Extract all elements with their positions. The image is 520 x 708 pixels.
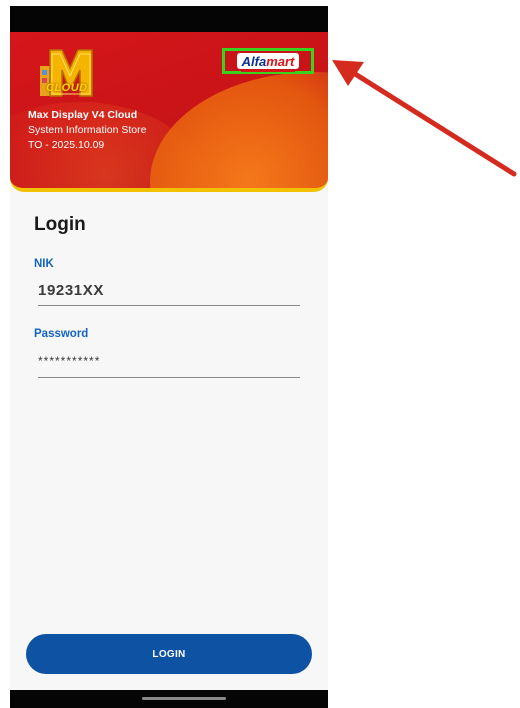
login-button[interactable]: LOGIN [26, 634, 312, 674]
navigation-bar [10, 690, 328, 708]
alfamart-logo: Alfamart [236, 53, 300, 72]
brand-text-part2: mart [266, 54, 295, 69]
password-input[interactable]: *********** [38, 354, 300, 378]
status-bar [10, 6, 328, 32]
phone-screen: CLOUD Alfamart Max Display V4 Cloud Syst… [10, 6, 328, 708]
brand-text-part1: Alfa [241, 54, 267, 69]
app-header: CLOUD Alfamart Max Display V4 Cloud Syst… [10, 32, 328, 192]
app-subtitle: System Information Store [28, 124, 147, 136]
alfamart-logo-highlight: Alfamart [222, 48, 314, 74]
password-label: Password [34, 328, 89, 340]
brand-underline [240, 70, 296, 72]
home-gesture-handle[interactable] [142, 697, 226, 700]
app-title: Max Display V4 Cloud [28, 109, 138, 121]
nik-label: NIK [34, 258, 54, 270]
logo-text: CLOUD [46, 82, 88, 94]
nik-input[interactable]: 19231XX [38, 282, 300, 306]
app-version: TO - 2025.10.09 [28, 139, 105, 151]
login-title: Login [34, 214, 86, 235]
header-decoration [150, 72, 328, 188]
annotation-arrow-icon [332, 60, 517, 177]
